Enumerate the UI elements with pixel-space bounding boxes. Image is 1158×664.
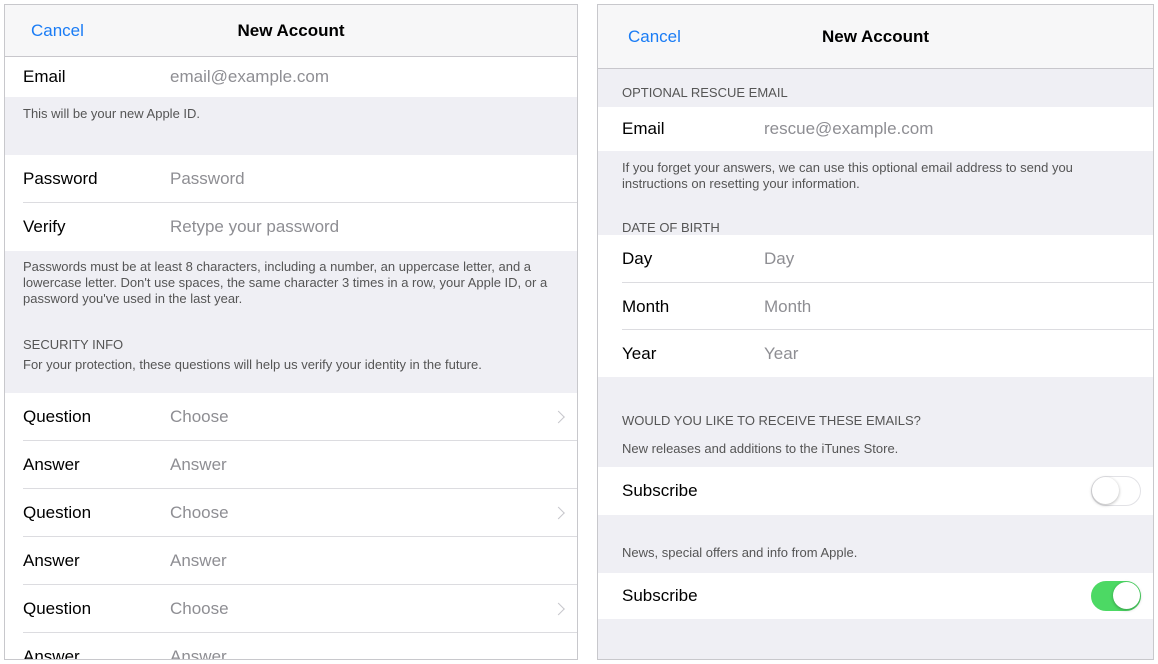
chevron-right-icon [552,410,565,424]
security-info-note: For your protection, these questions wil… [23,357,482,372]
security-info-header: SECURITY INFO [23,337,124,352]
password-label: Password [23,169,98,188]
toggle-knob [1113,582,1140,609]
answer-label: Answer [23,647,80,660]
receive-emails-header: WOULD YOU LIKE TO RECEIVE THESE EMAILS? [622,413,921,428]
new-account-screen-left: Cancel New Account Email This will be yo… [4,4,578,660]
question-row[interactable]: Question Choose [5,393,577,441]
email-row[interactable]: Email [5,57,577,97]
answer-row[interactable]: Answer [5,441,577,489]
rescue-email-row[interactable]: Email [598,107,1153,151]
security-questions-list: Question Choose Answer Question Choose Answer… [5,393,577,660]
apple-note: News, special offers and info from Apple… [622,545,858,560]
subscribe-itunes-row[interactable]: Subscribe [598,467,1153,515]
answer-label: Answer [23,455,80,474]
rescue-email-input[interactable] [764,119,1124,139]
apple-note-section: News, special offers and info from Apple… [598,515,1153,573]
password-rules-note: Passwords must be at least 8 characters,… [23,259,548,306]
email-label: Email [23,67,66,86]
answer-row[interactable]: Answer [5,633,577,660]
answer-label: Answer [23,551,80,570]
rescue-email-note: If you forget your answers, we can use t… [622,160,1073,191]
rescue-email-header-section: OPTIONAL RESCUE EMAIL [598,69,1153,107]
navigation-bar: Cancel New Account [598,5,1153,69]
month-row[interactable]: Month [598,283,1153,330]
rescue-email-header: OPTIONAL RESCUE EMAIL [622,85,788,100]
question-label: Question [23,599,92,618]
password-input[interactable] [170,169,550,189]
page-title: New Account [237,21,345,40]
question-row[interactable]: Question Choose [5,585,577,633]
question-choose-value: Choose [170,599,229,618]
year-input[interactable] [764,343,1064,364]
rescue-email-label: Email [622,119,665,138]
month-label: Month [622,296,670,316]
day-input[interactable] [764,249,1064,269]
new-account-screen-right: Cancel New Account OPTIONAL RESCUE EMAIL… [597,4,1154,660]
rescue-note-section: If you forget your answers, we can use t… [598,151,1153,235]
answer-input[interactable] [170,455,550,475]
itunes-note: New releases and additions to the iTunes… [622,441,899,456]
day-label: Day [622,249,653,268]
year-row[interactable]: Year [598,330,1153,377]
password-row[interactable]: Password [5,155,577,203]
question-row[interactable]: Question Choose [5,489,577,537]
subscribe-itunes-label: Subscribe [622,481,698,500]
chevron-right-icon [552,506,565,520]
verify-label: Verify [23,217,66,236]
password-rules-section: Passwords must be at least 8 characters,… [5,251,577,393]
verify-row[interactable]: Verify [5,203,577,251]
subscribe-itunes-toggle[interactable] [1091,476,1141,506]
answer-input[interactable] [170,647,550,659]
answer-input[interactable] [170,551,550,571]
question-choose-value: Choose [170,407,229,426]
navigation-bar: Cancel New Account [5,5,577,57]
emails-header-section: WOULD YOU LIKE TO RECEIVE THESE EMAILS? … [598,377,1153,467]
toggle-knob [1092,477,1119,504]
answer-row[interactable]: Answer [5,537,577,585]
date-of-birth-header: DATE OF BIRTH [622,220,720,235]
question-label: Question [23,503,92,522]
page-title: New Account [821,27,930,46]
verify-password-input[interactable] [170,217,550,237]
subscribe-apple-label: Subscribe [622,586,698,605]
email-note-section: This will be your new Apple ID. [5,97,577,155]
email-note: This will be your new Apple ID. [23,106,201,121]
question-choose-value: Choose [170,503,229,522]
subscribe-apple-row[interactable]: Subscribe [598,573,1153,619]
question-label: Question [23,407,92,426]
month-input[interactable] [764,296,1064,317]
day-row[interactable]: Day [598,235,1153,283]
email-input[interactable] [170,67,550,87]
year-label: Year [622,343,657,363]
chevron-right-icon [552,602,565,616]
subscribe-apple-toggle[interactable] [1091,581,1141,611]
